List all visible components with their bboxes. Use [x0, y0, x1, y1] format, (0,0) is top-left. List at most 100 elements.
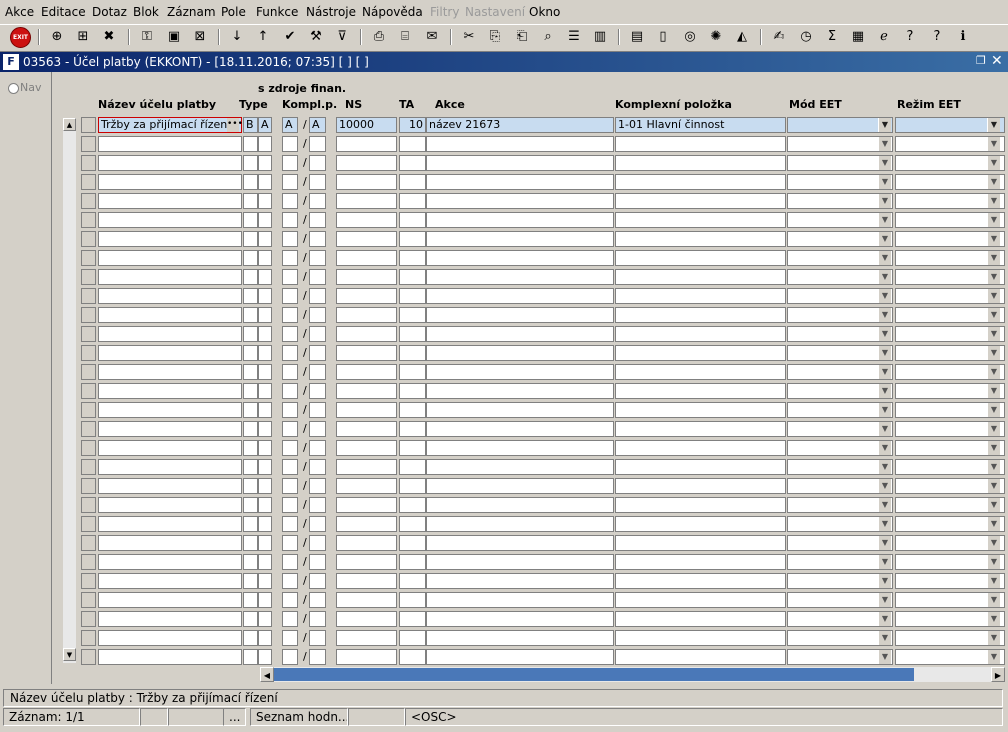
- field-kompl-1[interactable]: [282, 592, 298, 608]
- field-ns[interactable]: [336, 326, 397, 342]
- field-ns[interactable]: [336, 459, 397, 475]
- chevron-down-icon[interactable]: ▼: [987, 441, 1000, 455]
- row-selector[interactable]: [81, 174, 96, 190]
- field-type-1[interactable]: B: [243, 117, 258, 133]
- field-ta[interactable]: [399, 516, 426, 532]
- field-akce[interactable]: [426, 364, 614, 380]
- field-type-2[interactable]: [258, 535, 272, 551]
- context-help-icon[interactable]: ?: [928, 28, 946, 46]
- field-type-2[interactable]: [258, 440, 272, 456]
- query-run-icon[interactable]: ▣: [165, 28, 183, 46]
- field-akce[interactable]: [426, 212, 614, 228]
- field-nazev[interactable]: [98, 649, 242, 665]
- chevron-down-icon[interactable]: ▼: [878, 631, 891, 645]
- field-type-2[interactable]: [258, 345, 272, 361]
- field-type-1[interactable]: [243, 364, 258, 380]
- chevron-down-icon[interactable]: ▼: [878, 612, 891, 626]
- field-ns[interactable]: [336, 516, 397, 532]
- field-kompl-1[interactable]: [282, 155, 298, 171]
- field-akce[interactable]: [426, 611, 614, 627]
- field-nazev[interactable]: [98, 630, 242, 646]
- field-akce[interactable]: [426, 326, 614, 342]
- field-komplexni[interactable]: [615, 231, 786, 247]
- field-nazev[interactable]: [98, 554, 242, 570]
- field-komplexni[interactable]: [615, 630, 786, 646]
- confirm-check-icon[interactable]: ✔: [281, 28, 299, 46]
- field-type-1[interactable]: [243, 174, 258, 190]
- chevron-down-icon[interactable]: ▼: [878, 308, 891, 322]
- menu-8[interactable]: Nápověda: [362, 5, 423, 19]
- chevron-down-icon[interactable]: ▼: [878, 555, 891, 569]
- query-cancel-icon[interactable]: ⊠: [191, 28, 209, 46]
- field-type-1[interactable]: [243, 307, 258, 323]
- chevron-down-icon[interactable]: ▼: [878, 365, 891, 379]
- row-selector[interactable]: [81, 326, 96, 342]
- field-ta[interactable]: [399, 478, 426, 494]
- field-ta[interactable]: [399, 212, 426, 228]
- chevron-down-icon[interactable]: ▼: [987, 555, 1000, 569]
- chevron-down-icon[interactable]: ▼: [878, 251, 891, 265]
- chevron-down-icon[interactable]: ▼: [878, 650, 891, 664]
- field-type-2[interactable]: [258, 193, 272, 209]
- row-selector[interactable]: [81, 383, 96, 399]
- field-komplexni[interactable]: [615, 212, 786, 228]
- field-kompl-1[interactable]: [282, 440, 298, 456]
- field-ta[interactable]: [399, 383, 426, 399]
- field-nazev[interactable]: [98, 516, 242, 532]
- field-type-1[interactable]: [243, 326, 258, 342]
- field-ta[interactable]: [399, 573, 426, 589]
- chevron-down-icon[interactable]: ▼: [878, 175, 891, 189]
- row-selector[interactable]: [81, 364, 96, 380]
- menu-11[interactable]: Okno: [529, 5, 560, 19]
- menu-3[interactable]: Blok: [133, 5, 159, 19]
- clock-icon[interactable]: ◷: [797, 28, 815, 46]
- field-kompl-1[interactable]: [282, 497, 298, 513]
- field-nazev[interactable]: [98, 497, 242, 513]
- field-akce[interactable]: [426, 231, 614, 247]
- field-akce[interactable]: [426, 250, 614, 266]
- field-type-1[interactable]: [243, 231, 258, 247]
- menu-0[interactable]: Akce: [5, 5, 34, 19]
- chevron-down-icon[interactable]: ▼: [987, 270, 1000, 284]
- row-selector[interactable]: [81, 573, 96, 589]
- field-ta[interactable]: [399, 193, 426, 209]
- field-ns[interactable]: [336, 288, 397, 304]
- field-akce[interactable]: název 21673: [426, 117, 614, 133]
- field-nazev[interactable]: [98, 592, 242, 608]
- field-akce[interactable]: [426, 573, 614, 589]
- field-type-2[interactable]: [258, 630, 272, 646]
- field-komplexni[interactable]: [615, 326, 786, 342]
- field-komplexni[interactable]: [615, 269, 786, 285]
- row-selector[interactable]: [81, 345, 96, 361]
- field-kompl-2[interactable]: [309, 193, 326, 209]
- field-type-2[interactable]: [258, 383, 272, 399]
- field-type-1[interactable]: [243, 212, 258, 228]
- field-komplexni[interactable]: [615, 421, 786, 437]
- field-type-1[interactable]: [243, 649, 258, 665]
- cut-icon[interactable]: ✂: [460, 28, 478, 46]
- field-komplexni[interactable]: [615, 174, 786, 190]
- field-ta[interactable]: [399, 497, 426, 513]
- row-selector[interactable]: [81, 155, 96, 171]
- field-ns[interactable]: [336, 345, 397, 361]
- chevron-down-icon[interactable]: ▼: [987, 137, 1000, 151]
- nav-radio[interactable]: [8, 83, 19, 94]
- row-selector[interactable]: [81, 117, 96, 133]
- row-selector[interactable]: [81, 630, 96, 646]
- field-type-2[interactable]: [258, 231, 272, 247]
- field-type-1[interactable]: [243, 440, 258, 456]
- field-kompl-2[interactable]: [309, 212, 326, 228]
- field-akce[interactable]: [426, 421, 614, 437]
- field-kompl-1[interactable]: [282, 535, 298, 551]
- help-icon[interactable]: ?: [901, 28, 919, 46]
- field-komplexni[interactable]: [615, 250, 786, 266]
- field-akce[interactable]: [426, 440, 614, 456]
- chevron-down-icon[interactable]: ▼: [987, 574, 1000, 588]
- field-type-2[interactable]: [258, 326, 272, 342]
- field-kompl-1[interactable]: [282, 269, 298, 285]
- eye-icon[interactable]: ◭: [733, 28, 751, 46]
- field-type-2[interactable]: [258, 250, 272, 266]
- field-type-1[interactable]: [243, 155, 258, 171]
- field-ta[interactable]: [399, 535, 426, 551]
- field-ns[interactable]: [336, 269, 397, 285]
